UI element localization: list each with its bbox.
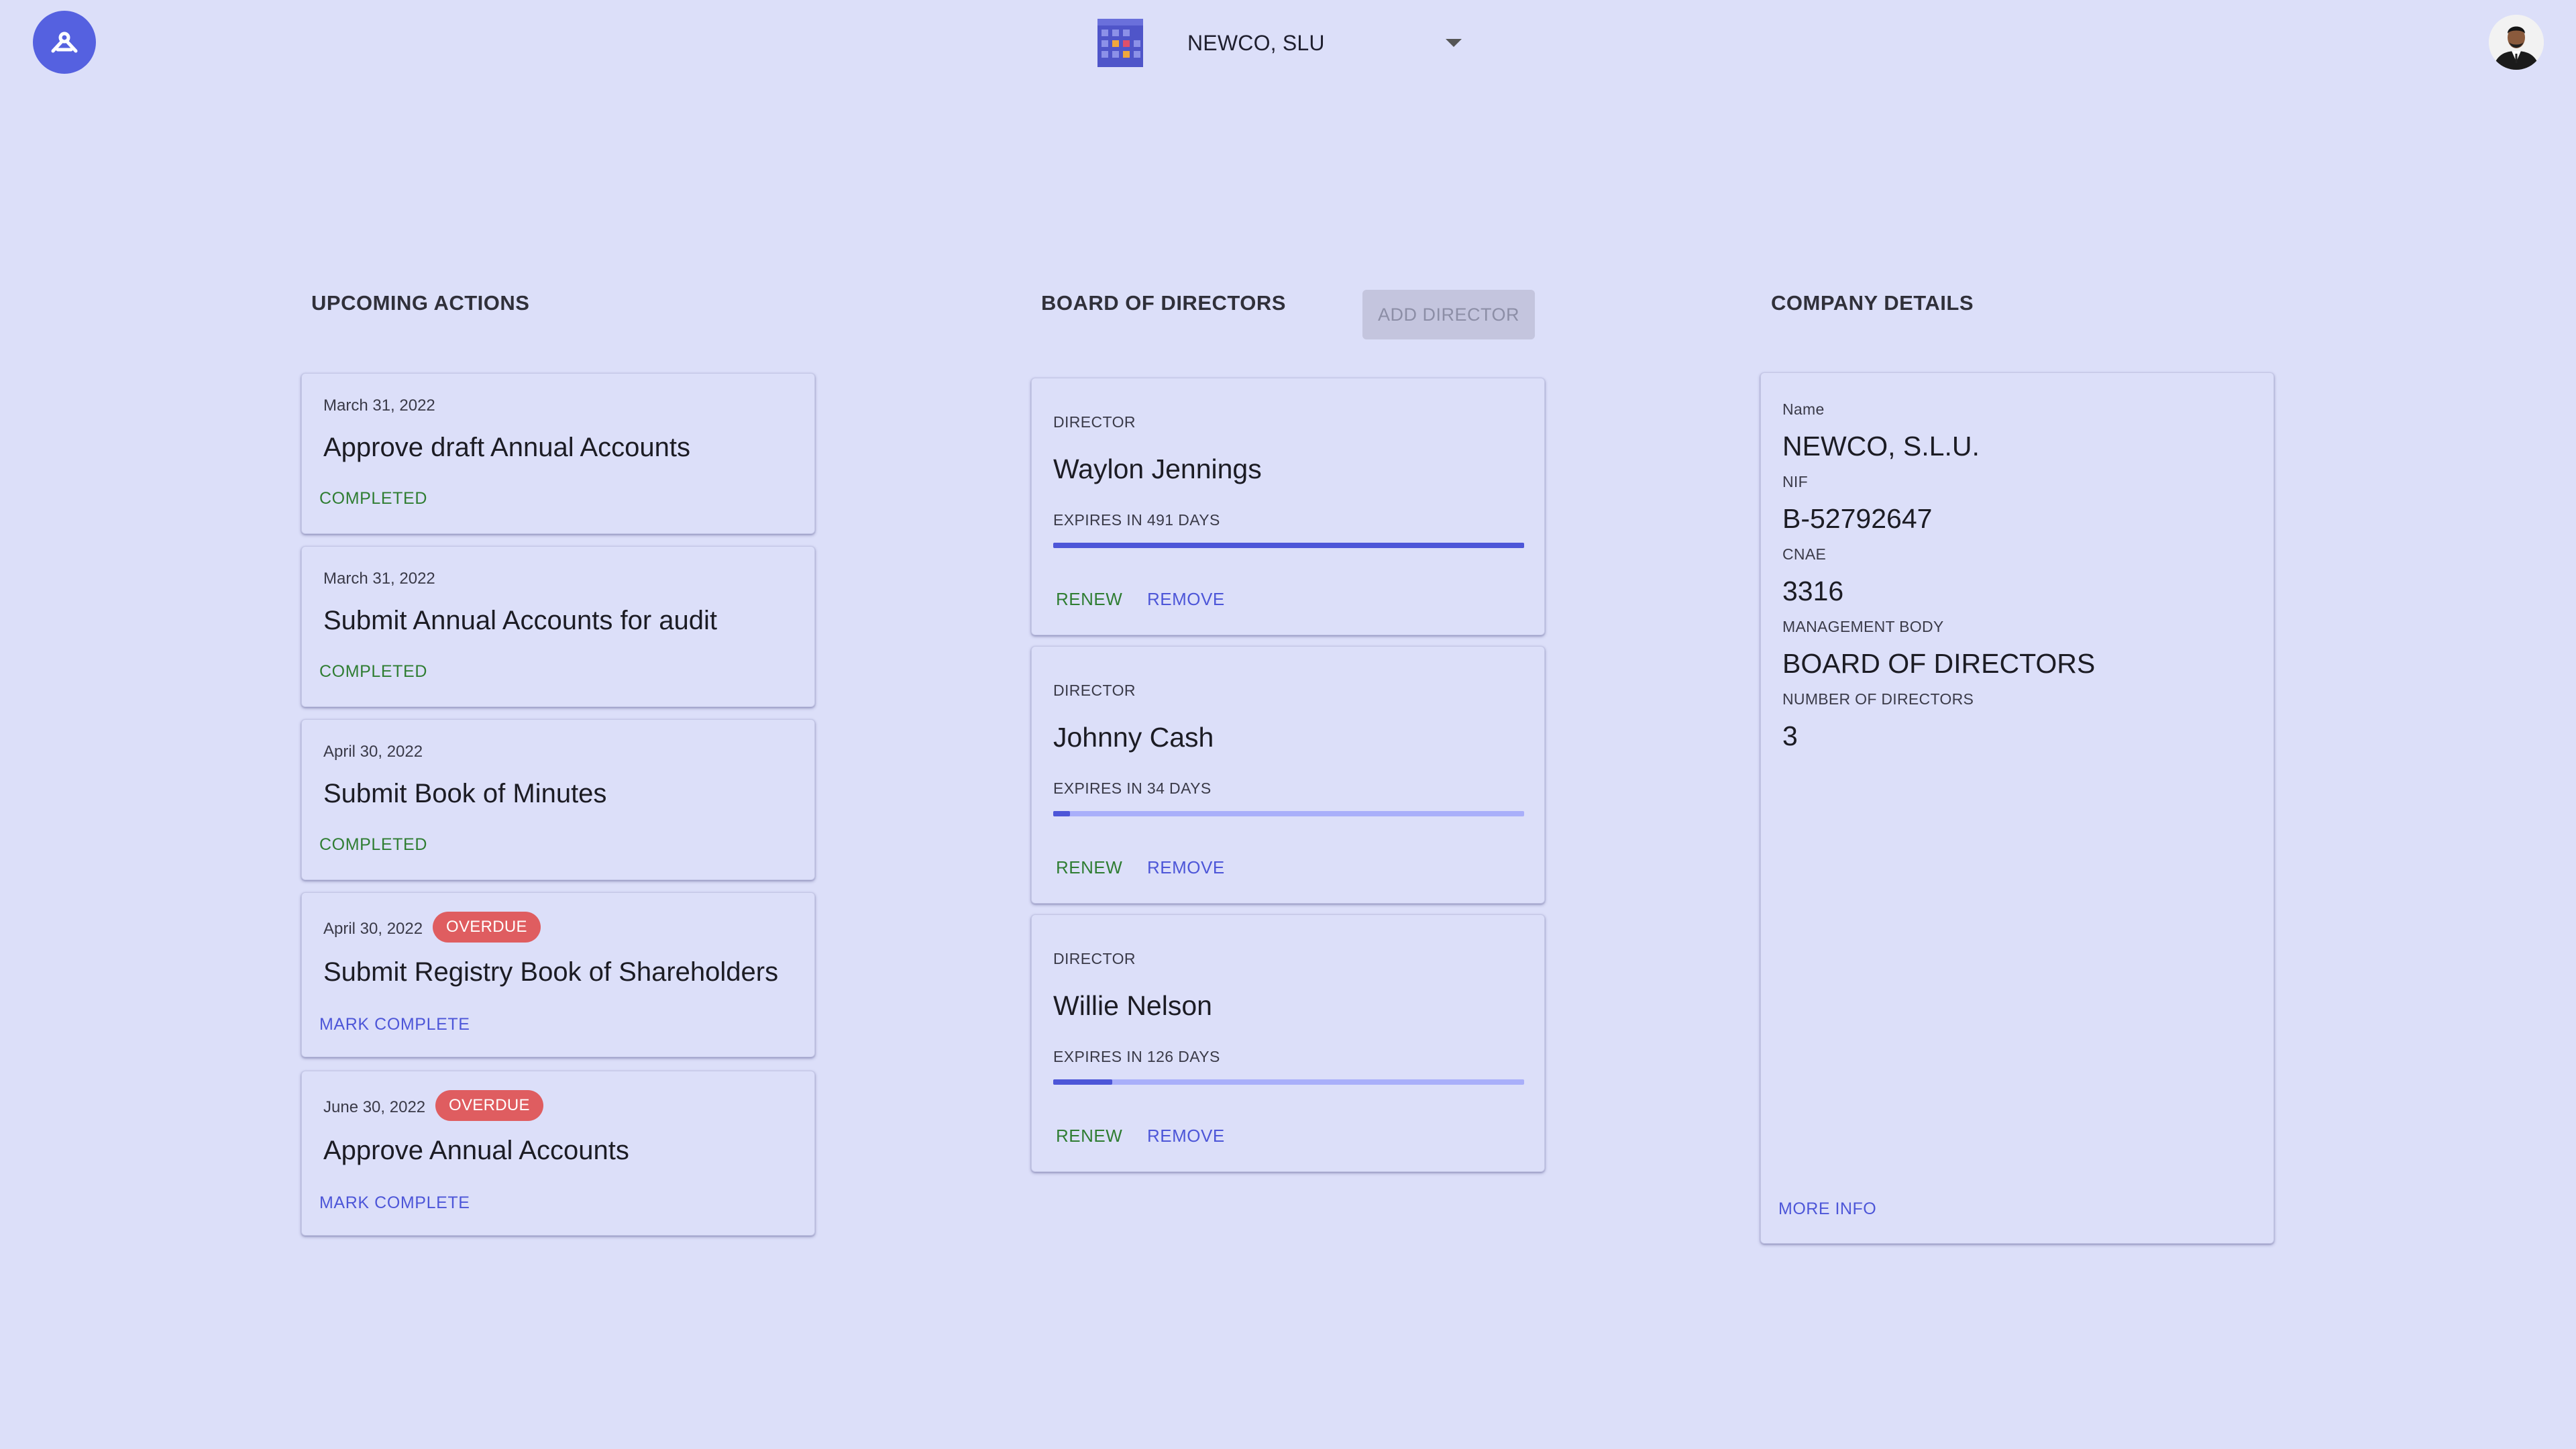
renew-button[interactable]: RENEW <box>1056 589 1122 610</box>
action-date: March 31, 2022 <box>323 396 435 415</box>
action-card: March 31, 2022 Submit Annual Accounts fo… <box>301 546 815 707</box>
more-info-link[interactable]: MORE INFO <box>1778 1199 1876 1219</box>
status-completed: COMPLETED <box>319 662 427 681</box>
director-name: Johnny Cash <box>1053 722 1214 753</box>
detail-label-number-of-directors: NUMBER OF DIRECTORS <box>1782 690 1974 708</box>
user-avatar[interactable] <box>2489 15 2544 70</box>
action-date: April 30, 2022 <box>323 743 423 761</box>
expiry-label: EXPIRES IN 126 DAYS <box>1053 1048 1220 1065</box>
action-title: Submit Book of Minutes <box>323 779 607 808</box>
remove-button[interactable]: REMOVE <box>1147 857 1225 878</box>
remove-button[interactable]: REMOVE <box>1147 1126 1225 1146</box>
action-title: Submit Annual Accounts for audit <box>323 606 718 635</box>
detail-value-name: NEWCO, S.L.U. <box>1782 431 1980 462</box>
expiry-label: EXPIRES IN 491 DAYS <box>1053 511 1220 529</box>
term-progress-bar <box>1053 1079 1524 1085</box>
status-completed: COMPLETED <box>319 489 427 508</box>
term-progress-bar <box>1053 811 1524 816</box>
director-card: DIRECTOR Willie Nelson EXPIRES IN 126 DA… <box>1031 914 1545 1172</box>
director-role: DIRECTOR <box>1053 950 1136 967</box>
action-date: April 30, 2022 <box>323 920 423 938</box>
action-card: June 30, 2022 OVERDUE Approve Annual Acc… <box>301 1071 815 1236</box>
action-card: April 30, 2022 Submit Book of Minutes CO… <box>301 719 815 880</box>
add-director-button[interactable]: ADD DIRECTOR <box>1362 290 1535 339</box>
detail-value-nif: B-52792647 <box>1782 503 1933 534</box>
company-details-card: Name NEWCO, S.L.U. NIF B-52792647 CNAE 3… <box>1760 372 2274 1244</box>
upcoming-actions-title: UPCOMING ACTIONS <box>311 291 530 315</box>
action-date: June 30, 2022 <box>323 1098 426 1116</box>
renew-button[interactable]: RENEW <box>1056 1126 1122 1146</box>
renew-button[interactable]: RENEW <box>1056 857 1122 878</box>
director-role: DIRECTOR <box>1053 413 1136 431</box>
detail-label-management-body: MANAGEMENT BODY <box>1782 618 1944 635</box>
term-progress-bar <box>1053 543 1524 548</box>
caret-down-icon[interactable] <box>1446 39 1462 47</box>
director-role: DIRECTOR <box>1053 682 1136 699</box>
overdue-badge: OVERDUE <box>433 912 541 943</box>
action-title: Submit Registry Book of Shareholders <box>323 957 779 987</box>
director-name: Willie Nelson <box>1053 990 1212 1021</box>
director-card: DIRECTOR Johnny Cash EXPIRES IN 34 DAYS … <box>1031 646 1545 904</box>
board-of-directors-title: BOARD OF DIRECTORS <box>1041 291 1286 315</box>
mark-complete-button[interactable]: MARK COMPLETE <box>319 1193 470 1213</box>
company-details-title: COMPANY DETAILS <box>1771 291 1974 315</box>
director-name: Waylon Jennings <box>1053 453 1262 484</box>
detail-value-management-body: BOARD OF DIRECTORS <box>1782 648 2096 679</box>
company-selector[interactable]: NEWCO, SLU <box>1093 15 1469 71</box>
director-card: DIRECTOR Waylon Jennings EXPIRES IN 491 … <box>1031 378 1545 635</box>
action-date: March 31, 2022 <box>323 570 435 588</box>
top-bar: NEWCO, SLU <box>0 0 2576 87</box>
detail-label-name: Name <box>1782 400 1825 418</box>
detail-value-cnae: 3316 <box>1782 576 1844 606</box>
status-completed: COMPLETED <box>319 835 427 854</box>
expiry-label: EXPIRES IN 34 DAYS <box>1053 780 1212 797</box>
action-card: April 30, 2022 OVERDUE Submit Registry B… <box>301 892 815 1057</box>
detail-value-number-of-directors: 3 <box>1782 720 1798 751</box>
overdue-badge: OVERDUE <box>435 1090 543 1121</box>
detail-label-nif: NIF <box>1782 473 1808 490</box>
building-icon <box>1093 16 1147 70</box>
action-title: Approve draft Annual Accounts <box>323 433 691 462</box>
action-card: March 31, 2022 Approve draft Annual Acco… <box>301 373 815 534</box>
company-name: NEWCO, SLU <box>1187 30 1325 55</box>
app-logo-icon[interactable] <box>33 11 96 74</box>
remove-button[interactable]: REMOVE <box>1147 589 1225 610</box>
action-title: Approve Annual Accounts <box>323 1136 629 1165</box>
mark-complete-button[interactable]: MARK COMPLETE <box>319 1015 470 1034</box>
detail-label-cnae: CNAE <box>1782 545 1827 563</box>
